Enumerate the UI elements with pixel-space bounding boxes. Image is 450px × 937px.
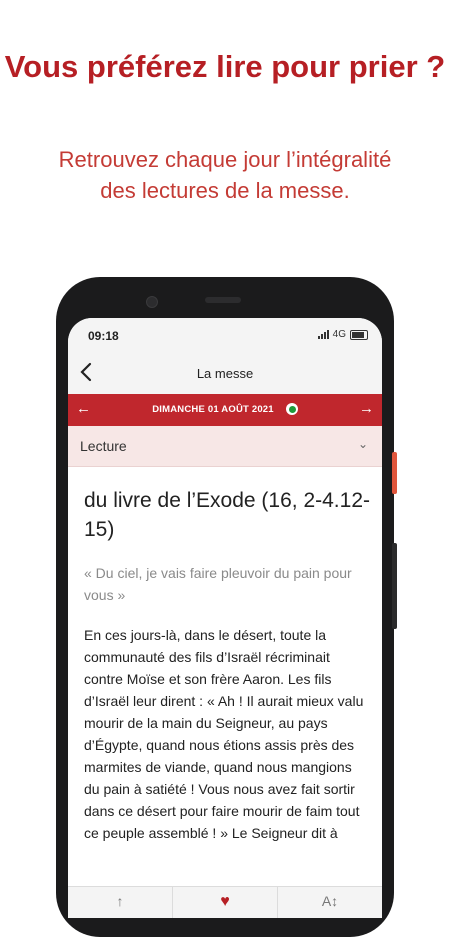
app-bar: La messe: [68, 352, 382, 394]
status-bar: 09:18 4G: [68, 318, 382, 352]
reading-selector-value: Lecture: [80, 438, 127, 454]
reading-body: En ces jours-là, dans le désert, toute l…: [84, 627, 364, 841]
bottom-nav: ↑ ♥ A↕: [68, 886, 382, 918]
date-bar: ← DIMANCHE 01 AOÛT 2021 →: [68, 394, 382, 426]
camera-icon: [146, 296, 158, 308]
status-time: 09:18: [88, 329, 119, 343]
signal-icon: [317, 330, 329, 339]
network-label: 4G: [332, 329, 346, 340]
system-icons: 4G: [317, 329, 368, 340]
next-day-arrow-icon[interactable]: →: [359, 400, 374, 417]
text-size-icon: A↕: [321, 893, 339, 909]
heart-icon: ♥: [220, 893, 230, 910]
liturgical-color-indicator: [286, 403, 298, 415]
share-icon: ↑: [116, 893, 124, 909]
current-date: DIMANCHE 01 AOÛT 2021: [152, 404, 274, 415]
share-button[interactable]: ↑: [68, 887, 173, 918]
text-size-button[interactable]: A↕: [278, 887, 382, 918]
reading-content: du livre de l’Exode (16, 2-4.12-15) « Du…: [84, 466, 370, 844]
reading-quote: « Du ciel, je vais faire pleuvoir du pai…: [84, 565, 352, 603]
phone-volume-button: [392, 543, 397, 629]
reading-title: du livre de l’Exode (16, 2-4.12-15): [84, 489, 370, 541]
favorite-button[interactable]: ♥: [173, 887, 278, 918]
reading-selector[interactable]: Lecture ⌄: [68, 426, 382, 467]
promo-subline: Retrouvez chaque jour l’intégralité des …: [58, 147, 392, 203]
phone-screen: 09:18 4G La messe ← DIMANCHE 01 AOÛT 202…: [68, 318, 382, 918]
phone-side-button: [392, 452, 397, 494]
promo-headline: Vous préférez lire pour prier ?: [4, 49, 446, 84]
app-title: La messe: [196, 366, 254, 381]
chevron-down-icon: ⌄: [357, 437, 368, 451]
speaker-grille: [205, 297, 241, 303]
battery-icon: [350, 329, 368, 340]
